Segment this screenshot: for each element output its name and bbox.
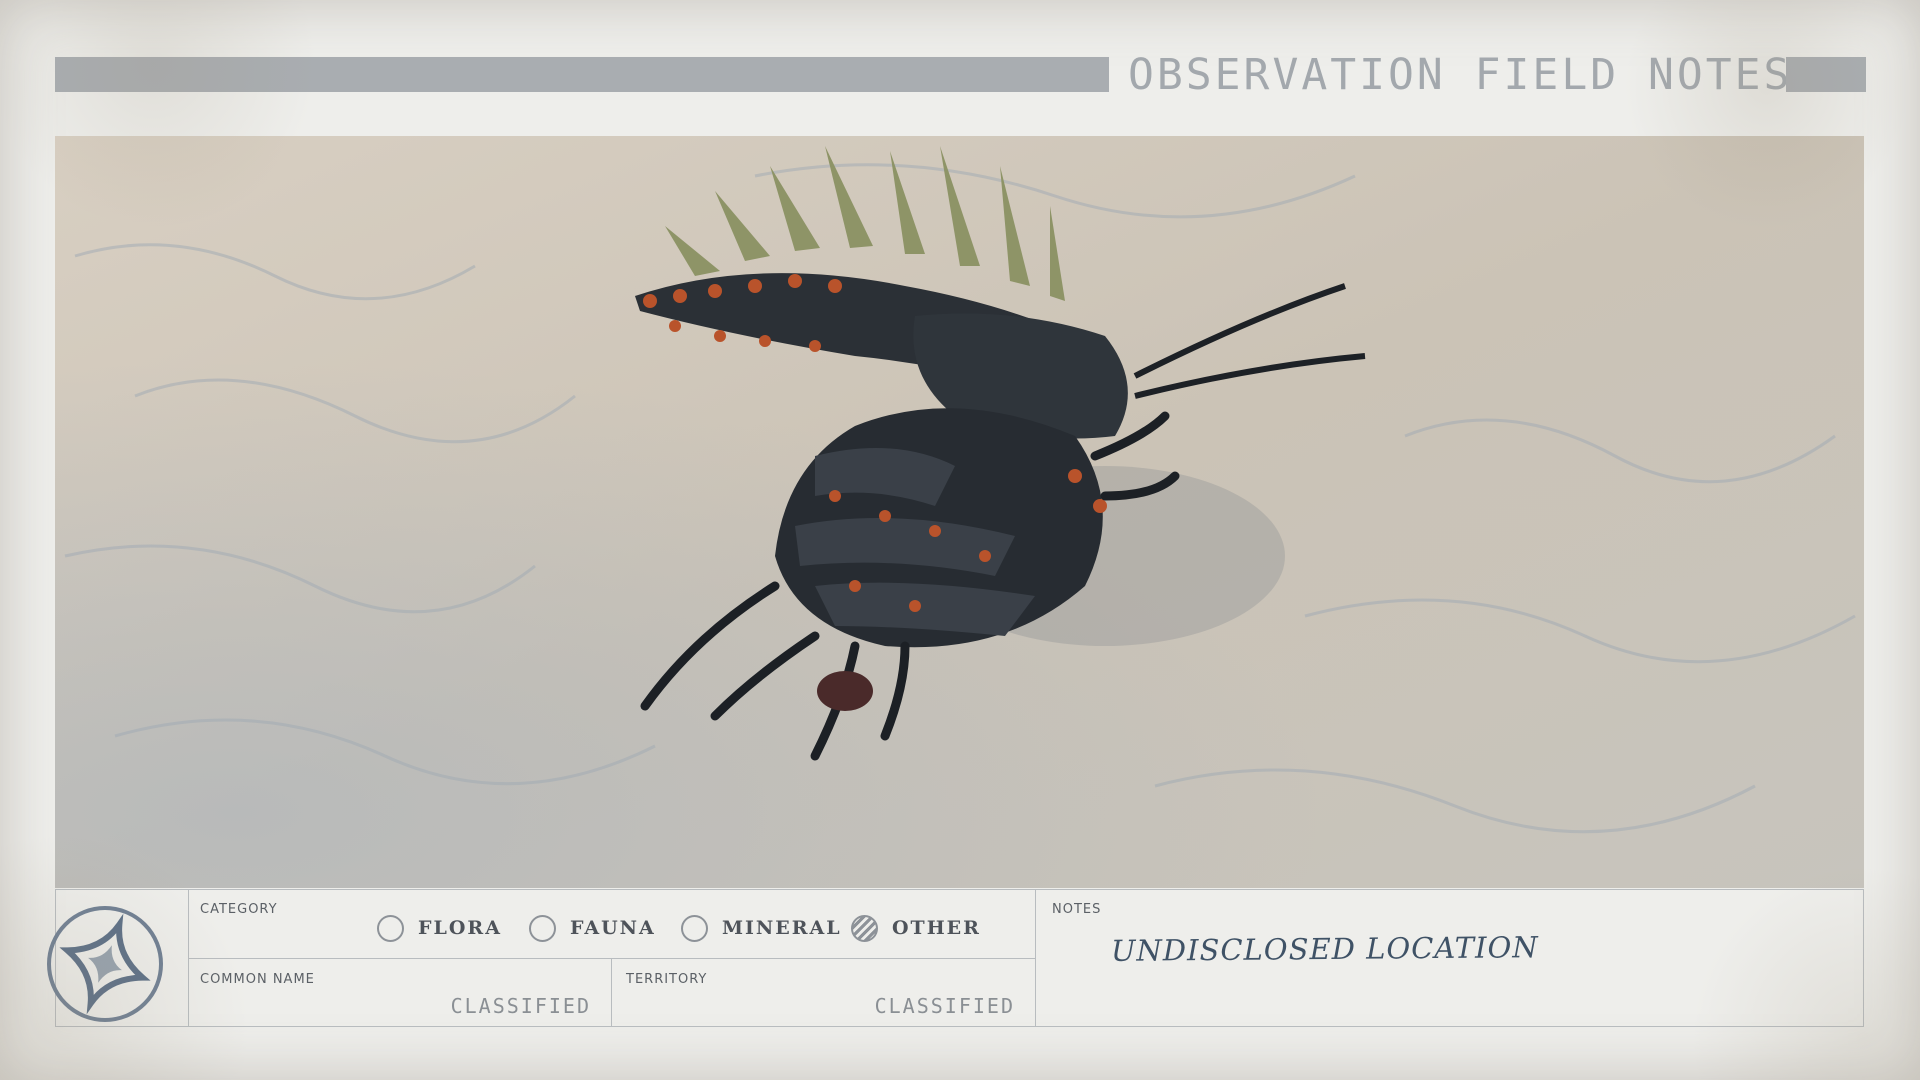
territory-cell: TERRITORY CLASSIFIED bbox=[611, 958, 1035, 1026]
category-option-other[interactable]: OTHER bbox=[851, 913, 981, 943]
compass-star-logo-icon bbox=[47, 906, 163, 1022]
category-label: CATEGORY bbox=[200, 902, 278, 917]
notes-cell: NOTES UNDISCLOSED LOCATION bbox=[1035, 890, 1864, 1026]
notes-label: NOTES bbox=[1052, 902, 1102, 917]
header-bar-right bbox=[1786, 57, 1866, 92]
fauna-label: FAUNA bbox=[570, 917, 656, 939]
common-name-value: CLASSIFIED bbox=[450, 994, 591, 1018]
field-notes-card: OBSERVATION FIELD NOTES CATEGORY FLORA F… bbox=[0, 0, 1920, 1080]
common-name-cell: COMMON NAME CLASSIFIED bbox=[188, 958, 612, 1026]
category-row: CATEGORY FLORA FAUNA MINERAL OTHER bbox=[188, 890, 1035, 959]
category-option-flora[interactable]: FLORA bbox=[377, 913, 502, 943]
header-bar-left bbox=[55, 57, 1109, 92]
fauna-radio[interactable] bbox=[529, 914, 556, 942]
notes-handwritten-text: UNDISCLOSED LOCATION bbox=[1110, 930, 1539, 968]
other-label: OTHER bbox=[892, 917, 981, 939]
info-panel: CATEGORY FLORA FAUNA MINERAL OTHER COMMO… bbox=[47, 889, 1864, 1027]
mineral-radio[interactable] bbox=[681, 914, 708, 942]
territory-label: TERRITORY bbox=[626, 972, 708, 987]
other-radio-selected[interactable] bbox=[851, 914, 878, 942]
category-option-fauna[interactable]: FAUNA bbox=[529, 913, 656, 943]
observation-photo bbox=[55, 136, 1864, 888]
category-option-mineral[interactable]: MINERAL bbox=[681, 913, 842, 943]
flora-radio[interactable] bbox=[377, 914, 404, 942]
common-name-label: COMMON NAME bbox=[200, 972, 315, 987]
creature-photo-illustration bbox=[55, 136, 1864, 888]
page-title: OBSERVATION FIELD NOTES bbox=[1128, 50, 1793, 100]
mineral-label: MINERAL bbox=[722, 917, 842, 939]
territory-value: CLASSIFIED bbox=[874, 994, 1015, 1018]
logo-cell bbox=[47, 890, 189, 1026]
flora-label: FLORA bbox=[418, 917, 502, 939]
